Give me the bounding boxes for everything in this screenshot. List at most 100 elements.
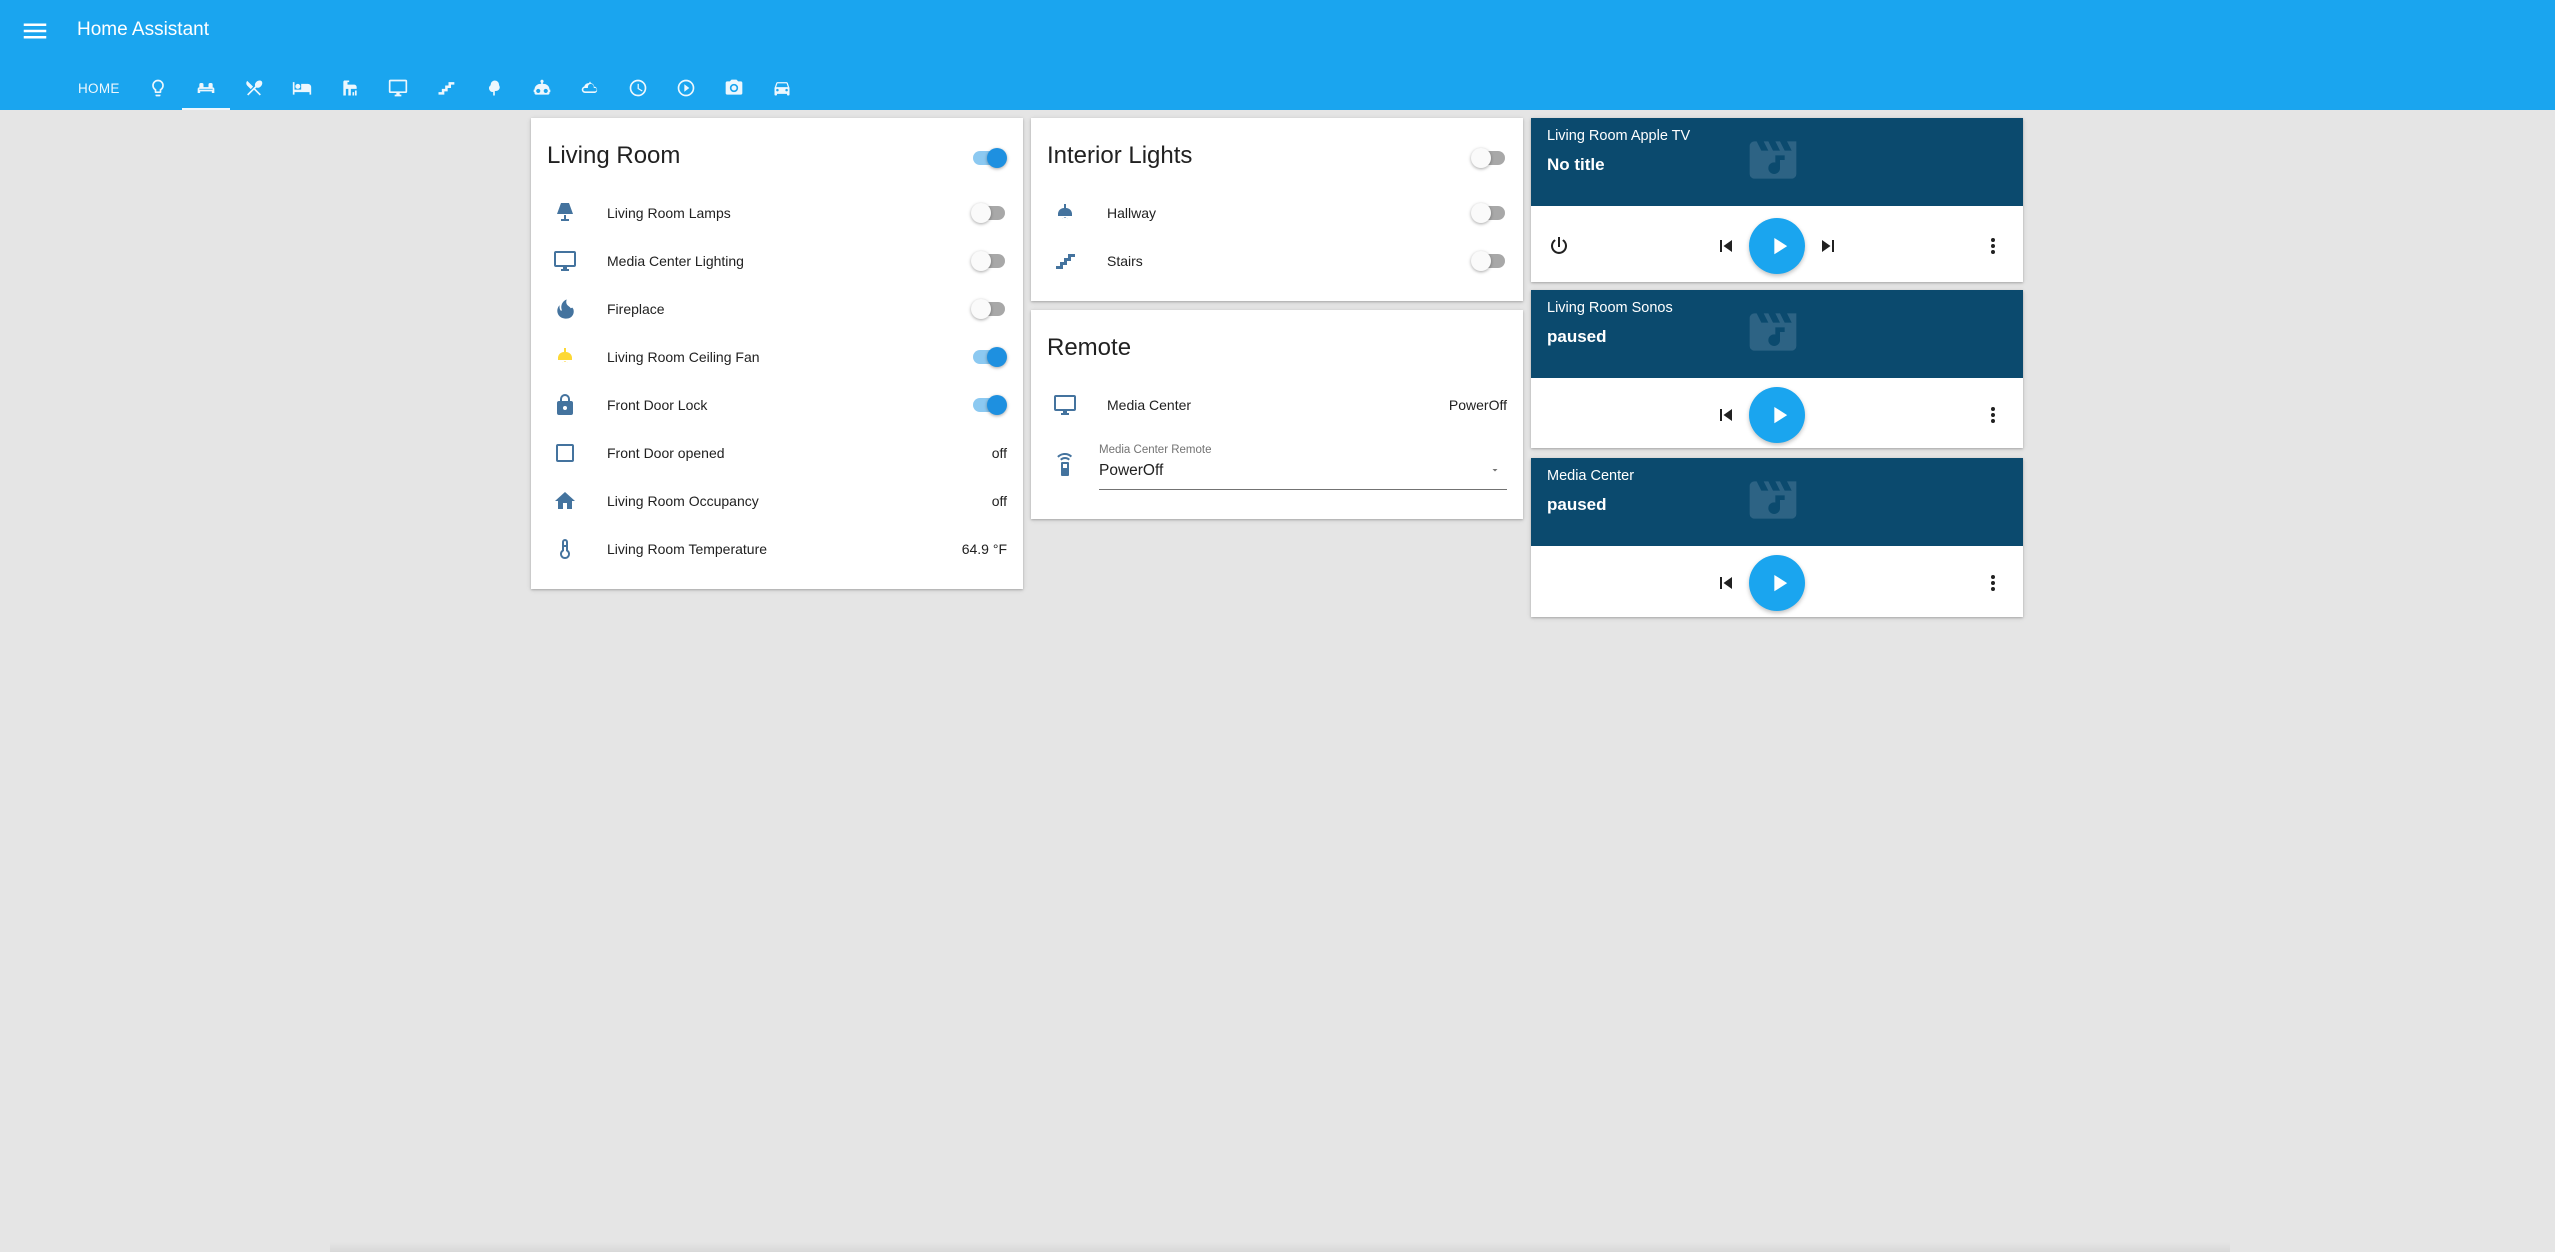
previous-button[interactable]: [1714, 571, 1738, 595]
entity-row[interactable]: Media Center PowerOff: [1031, 381, 1523, 429]
app-header: Home Assistant HOME: [0, 0, 2555, 110]
stairs-icon: [1053, 249, 1077, 273]
entity-toggle[interactable]: [971, 251, 1007, 271]
thermometer-icon: [553, 537, 577, 561]
media-player-state: paused: [1547, 495, 1607, 514]
entity-toggle[interactable]: [1471, 251, 1507, 271]
entity-row[interactable]: Living Room Temperature 64.9 °F: [531, 525, 1023, 573]
tab-office[interactable]: [374, 66, 422, 110]
media-banner[interactable]: Media Center paused: [1531, 458, 2023, 546]
menu-icon: [23, 23, 47, 39]
entity-row: Living Room Ceiling Fan: [531, 333, 1023, 381]
entity-toggle[interactable]: [1471, 203, 1507, 223]
skip-previous-icon: [1720, 240, 1732, 252]
entity-row: Front Door Lock: [531, 381, 1023, 429]
play-icon: [1774, 574, 1788, 592]
play-button[interactable]: [1749, 555, 1805, 611]
page-bottom-shade: [330, 1242, 2230, 1252]
tab-living-room[interactable]: [181, 66, 230, 110]
tab-lights[interactable]: [134, 66, 182, 110]
more-button[interactable]: [1981, 403, 2005, 427]
entity-toggle[interactable]: [971, 395, 1007, 415]
previous-button[interactable]: [1714, 234, 1738, 258]
entity-state: PowerOff: [1448, 397, 1507, 413]
entity-row: Media Center Lighting: [531, 237, 1023, 285]
more-vertical-icon: [1991, 407, 1995, 423]
tab-camera[interactable]: [710, 66, 758, 110]
monitor-icon: [1053, 393, 1077, 417]
tab-kitchen[interactable]: [230, 66, 278, 110]
entity-state: off: [991, 493, 1007, 509]
entity-label: Fireplace: [607, 301, 665, 317]
more-button[interactable]: [1981, 234, 2005, 258]
play-button[interactable]: [1749, 218, 1805, 274]
tab-stairs[interactable]: [422, 66, 470, 110]
previous-button[interactable]: [1714, 403, 1738, 427]
entity-state: 64.9 °F: [961, 541, 1007, 557]
play-icon: [1774, 406, 1788, 424]
entity-label: Media Center: [1107, 397, 1192, 413]
checkbox-blank-icon: [553, 441, 577, 465]
tab-media[interactable]: [662, 66, 710, 110]
entity-row: Hallway: [1031, 189, 1523, 237]
media-controls: [1531, 378, 2023, 448]
play-button[interactable]: [1749, 387, 1805, 443]
ceiling-light-icon: [1053, 201, 1077, 225]
sofa-icon: [197, 83, 215, 93]
play-circle-icon: [677, 79, 695, 97]
stairs-icon: [438, 82, 455, 95]
tab-car[interactable]: [758, 66, 806, 110]
chevron-down-icon: [1492, 469, 1498, 472]
view-tabs: HOME: [64, 66, 806, 110]
group-toggle[interactable]: [971, 148, 1007, 168]
media-player-state: paused: [1547, 327, 1607, 346]
more-vertical-icon: [1991, 575, 1995, 591]
more-button[interactable]: [1981, 571, 2005, 595]
remote-card: Remote Media Center PowerOff Media Cente…: [1031, 310, 1523, 519]
movie-music-icon: [1749, 481, 1797, 519]
home-icon: [553, 489, 577, 513]
app-title: Home Assistant: [77, 19, 209, 40]
tab-weather[interactable]: [566, 66, 614, 110]
media-player-card: Living Room Apple TV No title: [1531, 118, 2023, 282]
entity-row[interactable]: Front Door opened off: [531, 429, 1023, 477]
tab-bedroom[interactable]: [278, 66, 326, 110]
lightbulb-icon: [151, 79, 164, 97]
tab-bathroom[interactable]: [326, 66, 374, 110]
clock-icon: [629, 79, 647, 97]
select-label: Media Center Remote: [1099, 444, 1212, 456]
media-player-name: Living Room Apple TV: [1547, 128, 1691, 144]
bed-icon: [292, 82, 311, 95]
entity-toggle[interactable]: [971, 203, 1007, 223]
entity-label: Front Door Lock: [607, 397, 708, 413]
tab-robot[interactable]: [518, 66, 566, 110]
tab-home[interactable]: HOME: [64, 66, 134, 110]
power-button[interactable]: [1547, 234, 1571, 258]
remote-command-select[interactable]: Media Center Remote PowerOff: [1099, 444, 1507, 490]
movie-music-icon: [1749, 313, 1797, 351]
entity-label: Living Room Occupancy: [607, 493, 759, 509]
menu-button[interactable]: [20, 16, 50, 46]
group-toggle[interactable]: [1471, 148, 1507, 168]
next-button[interactable]: [1816, 234, 1840, 258]
entity-label: Front Door opened: [607, 445, 725, 461]
entity-toggle[interactable]: [971, 299, 1007, 319]
skip-previous-icon: [1720, 577, 1732, 589]
monitor-icon: [388, 79, 407, 97]
tab-garden[interactable]: [470, 66, 518, 110]
media-player-state: No title: [1547, 155, 1605, 174]
entity-label: Media Center Lighting: [607, 253, 744, 269]
camera-icon: [725, 79, 743, 95]
remote-icon: [1053, 453, 1077, 477]
select-underline: [1099, 489, 1507, 490]
entity-toggle[interactable]: [971, 347, 1007, 367]
tab-clock[interactable]: [614, 66, 662, 110]
select-value: PowerOff: [1099, 462, 1164, 479]
media-banner[interactable]: Living Room Sonos paused: [1531, 290, 2023, 378]
entity-row[interactable]: Living Room Occupancy off: [531, 477, 1023, 525]
play-icon: [1774, 237, 1788, 255]
media-banner[interactable]: Living Room Apple TV No title: [1531, 118, 2023, 206]
power-icon: [1551, 237, 1567, 254]
media-player-card: Media Center paused: [1531, 458, 2023, 617]
entity-label: Living Room Temperature: [607, 541, 768, 557]
